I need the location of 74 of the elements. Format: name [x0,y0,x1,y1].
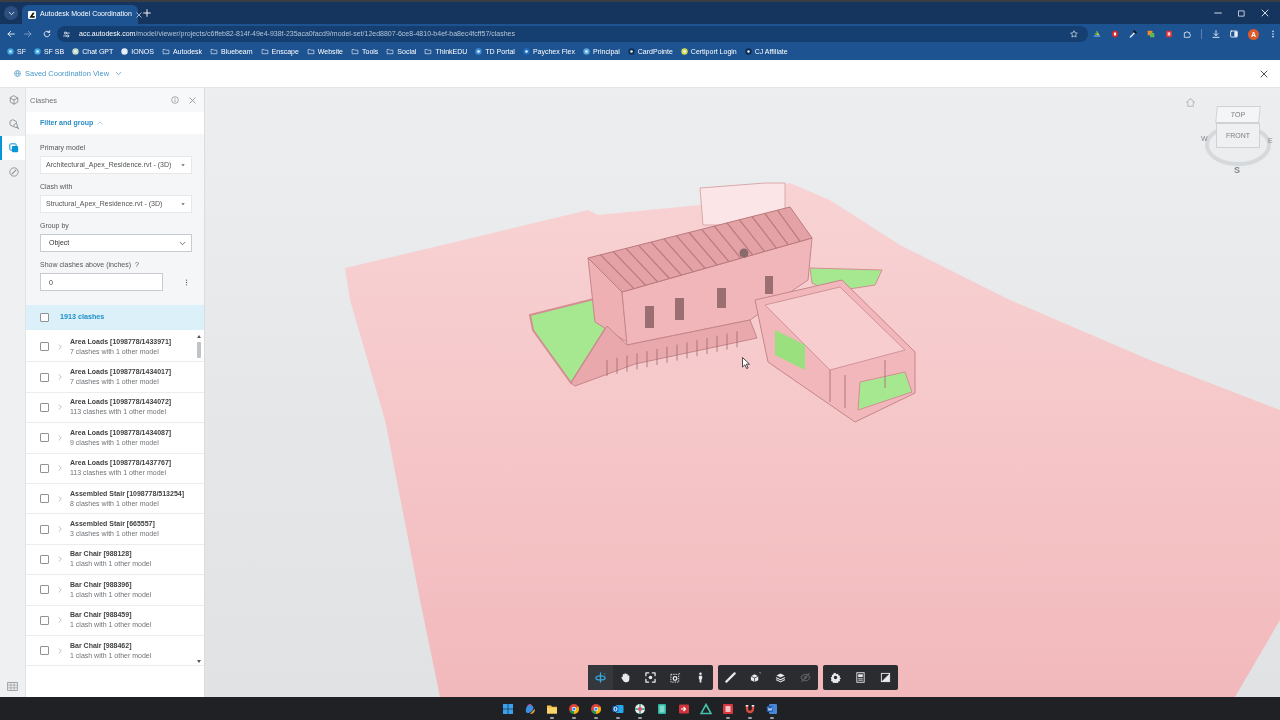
site-icon [121,48,129,56]
site-icon [582,48,590,56]
tab-search-button[interactable] [4,6,18,20]
folder-icon [424,48,433,56]
compass-label: S [1234,165,1240,175]
folder-icon [210,48,219,56]
globe-icon [14,70,21,77]
folder-icon [351,48,359,56]
menu-icon[interactable] [1269,30,1277,38]
checkbox[interactable] [40,372,49,382]
more-icon[interactable] [183,277,190,287]
sidebar-tab[interactable] [0,136,25,160]
windows-logo-icon[interactable] [502,702,514,715]
checkbox[interactable] [40,402,49,412]
triangle-logo-icon[interactable] [1093,30,1101,38]
checkbox[interactable] [40,585,49,595]
bookmark-star-icon[interactable] [1070,30,1078,38]
circle-slash-icon [8,167,19,177]
stacked-squares-icon[interactable] [1147,30,1155,38]
checkbox[interactable] [40,463,49,473]
checkbox[interactable] [40,524,49,534]
new-tab-icon[interactable] [143,9,151,17]
checkbox[interactable] [40,615,49,625]
back-icon[interactable] [7,30,15,38]
folder-icon [260,48,269,56]
forward-icon[interactable] [24,30,32,38]
minimize-icon[interactable] [1214,9,1222,17]
app-tile-icon[interactable] [722,702,734,715]
eyedropper-icon[interactable] [1129,30,1137,38]
checkbox[interactable] [40,313,49,322]
site-icon [522,48,530,56]
reload-icon[interactable] [43,30,51,38]
close-icon[interactable] [1260,69,1268,78]
checkbox[interactable] [40,342,49,352]
site-settings-icon[interactable] [63,30,70,38]
app-tile-icon[interactable] [1165,30,1173,38]
site-icon [72,48,80,56]
magnet-icon[interactable] [744,702,756,715]
folder-icon [306,48,315,56]
triangle-logo-icon[interactable] [700,702,712,715]
site-icon [627,48,635,56]
folder-icon [386,48,395,56]
lifebuoy-icon[interactable] [634,702,646,715]
orbit-button[interactable] [588,665,613,690]
swirl-app-icon[interactable] [524,702,536,715]
document-app-icon[interactable] [766,702,778,715]
mail-app-icon[interactable] [612,702,624,715]
chevron-down-icon [7,9,15,17]
notebook-icon[interactable] [656,702,668,715]
browser-icon[interactable] [590,702,602,715]
checkbox[interactable] [40,554,49,564]
site-icon [680,48,688,56]
chevron-down-icon [179,239,186,247]
maximize-icon[interactable] [1238,9,1245,17]
site-icon [475,48,483,56]
caret-down-icon [180,162,186,168]
download-icon[interactable] [1212,30,1220,38]
puzzle-icon[interactable] [1183,30,1191,38]
cube-icon [8,95,19,105]
app-logo-icon [28,10,36,19]
app-tile-icon[interactable] [678,702,690,715]
checkbox[interactable] [40,433,49,443]
oval-logo-icon[interactable] [1111,30,1119,38]
folder-icon [161,48,170,56]
browser-icon[interactable] [568,702,580,715]
side-panel-icon[interactable] [1230,30,1238,38]
site-icon [744,48,752,56]
stacked-squares-icon [8,143,19,153]
caret-down-icon [180,201,186,207]
site-icon [33,48,41,56]
checkbox[interactable] [40,494,49,504]
checkbox[interactable] [40,646,49,656]
site-icon [7,48,14,56]
cube-search-icon [8,119,19,129]
